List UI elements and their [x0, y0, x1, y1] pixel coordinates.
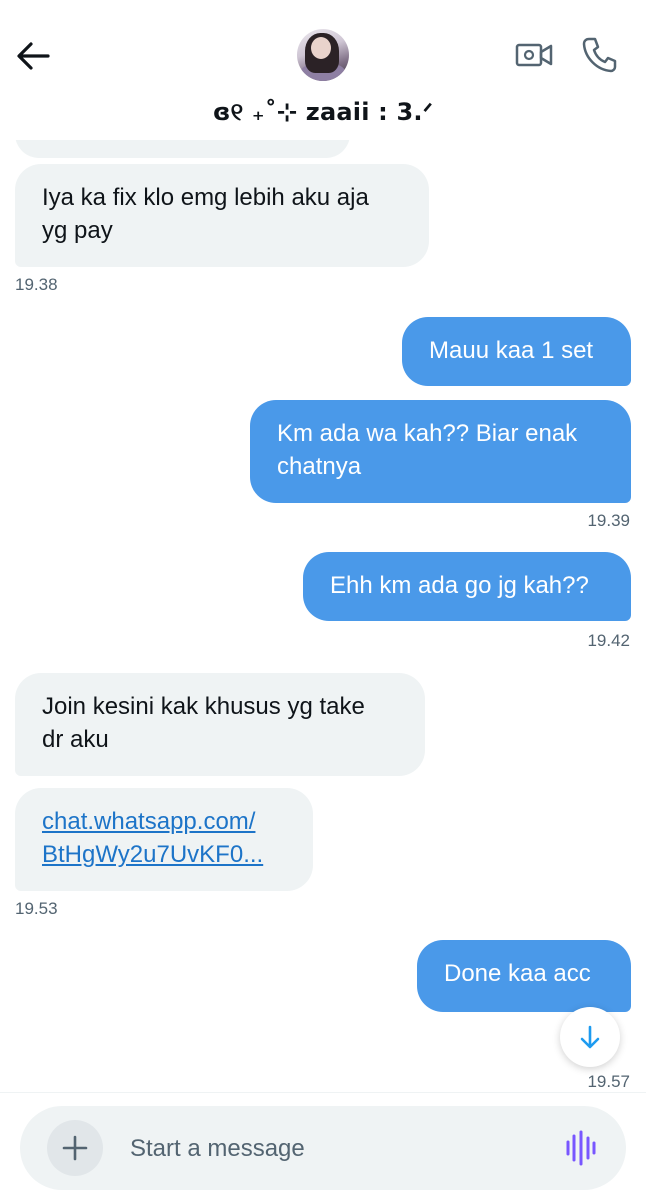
message-sent[interactable]: Ehh km ada go jg kah?? — [303, 552, 631, 621]
message-composer — [20, 1106, 626, 1190]
message-timestamp: 19.39 — [587, 511, 630, 530]
plus-icon — [62, 1135, 88, 1161]
voice-message-button[interactable] — [563, 1130, 599, 1166]
message-timestamp: 19.38 — [15, 275, 58, 294]
message-text: Mauu kaa 1 set — [429, 337, 594, 364]
arrow-down-icon — [580, 1025, 600, 1049]
video-call-button[interactable] — [514, 37, 554, 73]
message-received[interactable]: Join kesini kak khusus yg take dr aku — [15, 673, 425, 776]
link-url[interactable]: BtHgWy2u7UvKF0... — [42, 838, 286, 871]
add-media-button[interactable] — [47, 1120, 103, 1176]
scroll-to-bottom-button[interactable] — [560, 1007, 620, 1067]
message-sent[interactable]: Done kaa acc — [417, 940, 631, 1012]
message-text: Iya ka fix klo emg lebih aku aja — [42, 184, 369, 211]
chat-header: ɞ୧ ₊˚⊹ zaaii : 3.ᐟ — [0, 0, 646, 140]
message-text: dr aku — [42, 726, 109, 753]
contact-name[interactable]: ɞ୧ ₊˚⊹ zaaii : 3.ᐟ — [0, 98, 646, 126]
back-button[interactable] — [14, 38, 54, 74]
message-text: Ehh km ada go jg kah?? — [330, 572, 589, 599]
message-timestamp: 19.57 — [587, 1072, 630, 1091]
message-text: chatnya — [277, 453, 362, 480]
message-sent[interactable]: Mauu kaa 1 set — [402, 317, 631, 386]
composer-divider — [0, 1092, 646, 1093]
message-text: yg pay — [42, 217, 113, 244]
message-text: Done kaa acc — [444, 960, 591, 987]
contact-avatar[interactable] — [297, 29, 349, 81]
arrow-left-icon — [17, 42, 50, 70]
message-text: Km ada wa kah?? Biar enak — [277, 420, 578, 447]
message-received-link: chat.whatsapp.com/ BtHgWy2u7UvKF0... — [15, 788, 313, 891]
voice-call-button[interactable] — [581, 35, 617, 73]
message-sent[interactable]: Km ada wa kah?? Biar enak chatnya — [250, 400, 631, 503]
message-text: Join kesini kak khusus yg take — [42, 693, 365, 720]
phone-icon — [582, 37, 617, 73]
video-camera-icon — [515, 43, 553, 67]
link-url[interactable]: chat.whatsapp.com/ — [42, 805, 286, 838]
message-input[interactable] — [128, 1126, 532, 1172]
message-timestamp: 19.53 — [15, 899, 58, 918]
message-received[interactable]: Iya ka fix klo emg lebih aku aja yg pay — [15, 164, 429, 267]
voice-wave-icon — [566, 1130, 596, 1166]
message-timestamp: 19.42 — [587, 631, 630, 650]
